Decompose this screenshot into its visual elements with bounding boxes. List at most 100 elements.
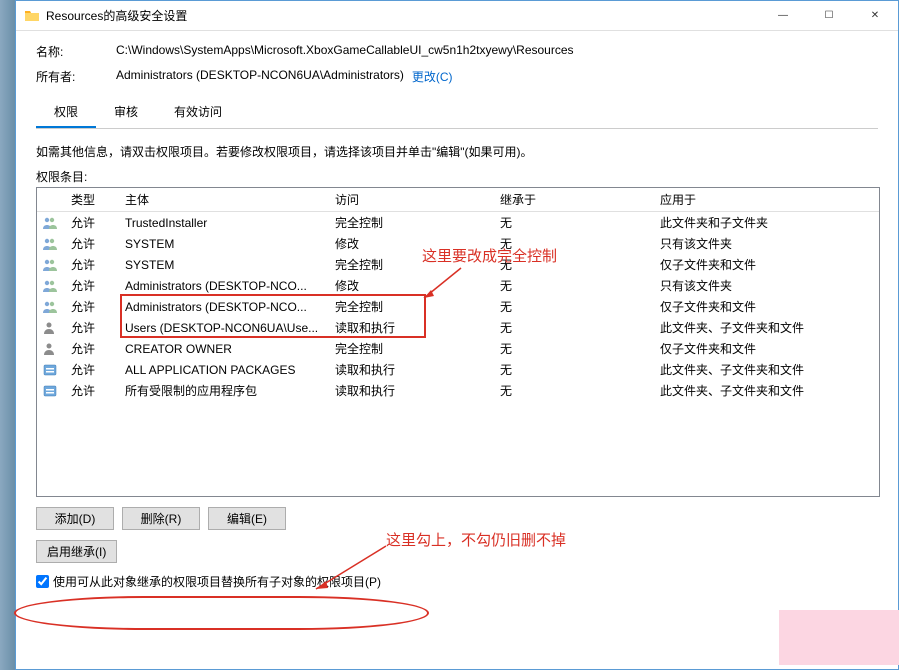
close-button[interactable]: ✕ bbox=[852, 1, 898, 31]
row-access: 完全控制 bbox=[329, 214, 494, 231]
button-row: 添加(D) 删除(R) 编辑(E) bbox=[36, 507, 878, 530]
row-inherit: 无 bbox=[494, 277, 654, 294]
row-principal: Administrators (DESKTOP-NCO... bbox=[119, 300, 329, 314]
row-inherit: 无 bbox=[494, 214, 654, 231]
row-icon bbox=[37, 321, 65, 335]
add-button[interactable]: 添加(D) bbox=[36, 507, 114, 530]
row-apply: 此文件夹、子文件夹和文件 bbox=[654, 382, 879, 399]
col-access[interactable]: 访问 bbox=[329, 191, 494, 208]
row-apply: 只有该文件夹 bbox=[654, 235, 879, 252]
table-row[interactable]: 允许Administrators (DESKTOP-NCO...完全控制无仅子文… bbox=[37, 296, 879, 317]
table-row[interactable]: 允许Users (DESKTOP-NCON6UA\Use...读取和执行无此文件… bbox=[37, 317, 879, 338]
owner-value: Administrators (DESKTOP-NCON6UA\Administ… bbox=[116, 68, 404, 85]
row-principal: ALL APPLICATION PACKAGES bbox=[119, 363, 329, 377]
delete-button[interactable]: 删除(R) bbox=[122, 507, 200, 530]
row-principal: Administrators (DESKTOP-NCO... bbox=[119, 279, 329, 293]
col-inherit[interactable]: 继承于 bbox=[494, 191, 654, 208]
minimize-button[interactable]: — bbox=[760, 1, 806, 31]
window-title: Resources的高级安全设置 bbox=[46, 7, 760, 24]
row-access: 修改 bbox=[329, 235, 494, 252]
row-type: 允许 bbox=[65, 361, 119, 378]
row-icon bbox=[37, 300, 65, 314]
tab-permissions[interactable]: 权限 bbox=[36, 97, 96, 128]
folder-icon bbox=[24, 8, 40, 24]
change-owner-link[interactable]: 更改(C) bbox=[412, 68, 453, 85]
name-value: C:\Windows\SystemApps\Microsoft.XboxGame… bbox=[116, 43, 574, 60]
row-apply: 仅子文件夹和文件 bbox=[654, 256, 879, 273]
row-principal: CREATOR OWNER bbox=[119, 342, 329, 356]
grid-body: 允许TrustedInstaller完全控制无此文件夹和子文件夹允许SYSTEM… bbox=[37, 212, 879, 401]
row-inherit: 无 bbox=[494, 256, 654, 273]
row-type: 允许 bbox=[65, 382, 119, 399]
row-access: 读取和执行 bbox=[329, 361, 494, 378]
security-window: Resources的高级安全设置 — ☐ ✕ 名称: C:\Windows\Sy… bbox=[15, 0, 899, 670]
table-row[interactable]: 允许CREATOR OWNER完全控制无仅子文件夹和文件 bbox=[37, 338, 879, 359]
table-row[interactable]: 允许SYSTEM完全控制无仅子文件夹和文件 bbox=[37, 254, 879, 275]
name-row: 名称: C:\Windows\SystemApps\Microsoft.Xbox… bbox=[36, 43, 878, 60]
row-access: 读取和执行 bbox=[329, 382, 494, 399]
row-apply: 仅子文件夹和文件 bbox=[654, 298, 879, 315]
desktop-edge bbox=[0, 0, 15, 670]
table-row[interactable]: 允许SYSTEM修改无只有该文件夹 bbox=[37, 233, 879, 254]
row-icon bbox=[37, 216, 65, 230]
row-apply: 此文件夹、子文件夹和文件 bbox=[654, 319, 879, 336]
row-type: 允许 bbox=[65, 319, 119, 336]
grid-header: 类型 主体 访问 继承于 应用于 bbox=[37, 188, 879, 212]
row-icon bbox=[37, 342, 65, 356]
table-row[interactable]: 允许TrustedInstaller完全控制无此文件夹和子文件夹 bbox=[37, 212, 879, 233]
col-type[interactable]: 类型 bbox=[65, 191, 119, 208]
owner-label: 所有者: bbox=[36, 68, 116, 85]
table-row[interactable]: 允许所有受限制的应用程序包读取和执行无此文件夹、子文件夹和文件 bbox=[37, 380, 879, 401]
row-type: 允许 bbox=[65, 340, 119, 357]
row-icon bbox=[37, 279, 65, 293]
row-type: 允许 bbox=[65, 298, 119, 315]
row-apply: 此文件夹和子文件夹 bbox=[654, 214, 879, 231]
row-icon bbox=[37, 258, 65, 272]
replace-checkbox[interactable] bbox=[36, 575, 49, 588]
row-type: 允许 bbox=[65, 214, 119, 231]
row-type: 允许 bbox=[65, 277, 119, 294]
row-access: 完全控制 bbox=[329, 256, 494, 273]
owner-row: 所有者: Administrators (DESKTOP-NCON6UA\Adm… bbox=[36, 68, 878, 85]
row-type: 允许 bbox=[65, 235, 119, 252]
main-area: 名称: C:\Windows\SystemApps\Microsoft.Xbox… bbox=[16, 31, 898, 669]
annotation-circle bbox=[14, 596, 429, 630]
row-inherit: 无 bbox=[494, 319, 654, 336]
maximize-button[interactable]: ☐ bbox=[806, 1, 852, 31]
titlebar[interactable]: Resources的高级安全设置 — ☐ ✕ bbox=[16, 1, 898, 31]
tabs: 权限 审核 有效访问 bbox=[36, 97, 878, 129]
row-access: 修改 bbox=[329, 277, 494, 294]
table-row[interactable]: 允许Administrators (DESKTOP-NCO...修改无只有该文件… bbox=[37, 275, 879, 296]
row-access: 读取和执行 bbox=[329, 319, 494, 336]
tab-effective[interactable]: 有效访问 bbox=[156, 97, 240, 128]
list-label: 权限条目: bbox=[36, 168, 878, 185]
name-label: 名称: bbox=[36, 43, 116, 60]
row-inherit: 无 bbox=[494, 382, 654, 399]
replace-check-label: 使用可从此对象继承的权限项目替换所有子对象的权限项目(P) bbox=[53, 573, 381, 590]
row-principal: Users (DESKTOP-NCON6UA\Use... bbox=[119, 321, 329, 335]
row-apply: 仅子文件夹和文件 bbox=[654, 340, 879, 357]
row-icon bbox=[37, 384, 65, 398]
row-icon bbox=[37, 363, 65, 377]
row-inherit: 无 bbox=[494, 340, 654, 357]
row-inherit: 无 bbox=[494, 235, 654, 252]
row-principal: 所有受限制的应用程序包 bbox=[119, 382, 329, 399]
enable-inherit-button[interactable]: 启用继承(I) bbox=[36, 540, 117, 563]
col-apply[interactable]: 应用于 bbox=[654, 191, 879, 208]
row-inherit: 无 bbox=[494, 361, 654, 378]
permissions-grid[interactable]: 类型 主体 访问 继承于 应用于 允许TrustedInstaller完全控制无… bbox=[36, 187, 880, 497]
row-icon bbox=[37, 237, 65, 251]
row-type: 允许 bbox=[65, 256, 119, 273]
row-access: 完全控制 bbox=[329, 340, 494, 357]
replace-check-row: 使用可从此对象继承的权限项目替换所有子对象的权限项目(P) bbox=[36, 573, 878, 590]
row-apply: 此文件夹、子文件夹和文件 bbox=[654, 361, 879, 378]
col-principal[interactable]: 主体 bbox=[119, 191, 329, 208]
edit-button[interactable]: 编辑(E) bbox=[208, 507, 286, 530]
tab-audit[interactable]: 审核 bbox=[96, 97, 156, 128]
row-inherit: 无 bbox=[494, 298, 654, 315]
inherit-row: 启用继承(I) bbox=[36, 540, 878, 563]
table-row[interactable]: 允许ALL APPLICATION PACKAGES读取和执行无此文件夹、子文件… bbox=[37, 359, 879, 380]
row-access: 完全控制 bbox=[329, 298, 494, 315]
pink-patch bbox=[779, 610, 899, 665]
row-principal: SYSTEM bbox=[119, 258, 329, 272]
